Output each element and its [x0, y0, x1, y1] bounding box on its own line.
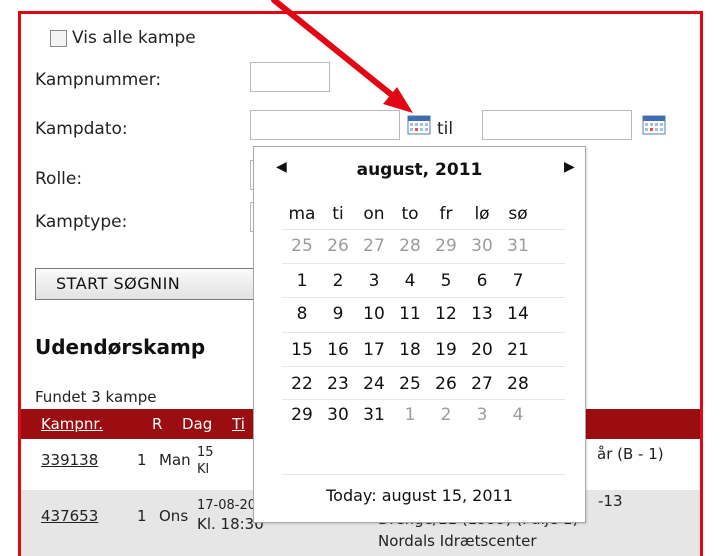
day-cell[interactable]: 1	[393, 405, 427, 425]
day-cell[interactable]: 27	[465, 374, 499, 394]
date-to-input[interactable]	[482, 110, 632, 140]
day-cell[interactable]: 10	[357, 304, 391, 324]
day-cell[interactable]: 31	[357, 405, 391, 425]
day-cell[interactable]: 4	[393, 271, 427, 291]
show-all-label: Vis alle kampe	[72, 28, 196, 48]
day-cell[interactable]: 25	[285, 236, 319, 256]
date-picker-popup: ◀ august, 2011 ▶ ma ti on to fr lø sø 25 26 27 28…	[253, 146, 586, 523]
start-search-button[interactable]: START SØGNIN	[35, 268, 257, 300]
month-title: august, 2011	[356, 160, 483, 180]
day-cell[interactable]: 5	[429, 271, 463, 291]
day-cell[interactable]: 21	[501, 340, 535, 360]
day-cell[interactable]: 31	[501, 236, 535, 256]
day-cell[interactable]: 7	[501, 271, 535, 291]
week-divider	[282, 399, 565, 400]
week-divider	[282, 229, 565, 230]
day-cell[interactable]: 19	[429, 340, 463, 360]
calendar-icon[interactable]	[407, 113, 431, 135]
role-label: Rolle:	[35, 169, 83, 189]
day-cell[interactable]: 30	[465, 236, 499, 256]
weekday-label: on	[363, 204, 385, 224]
weekday-label: fr	[439, 204, 453, 224]
day-cell[interactable]: 20	[465, 340, 499, 360]
day-cell[interactable]: 22	[285, 374, 319, 394]
day-cell[interactable]: 28	[501, 374, 535, 394]
match-number-link[interactable]: 437653	[41, 507, 98, 525]
day-cell[interactable]: 16	[321, 340, 355, 360]
day-cell[interactable]: 3	[357, 271, 391, 291]
day-cell[interactable]: 1	[285, 271, 319, 291]
column-header-match-number[interactable]: Kampnr.	[41, 415, 103, 433]
picker-divider	[282, 474, 565, 475]
results-count: Fundet 3 kampe	[35, 388, 157, 406]
next-month-button[interactable]: ▶	[564, 159, 575, 175]
day-cell[interactable]: 24	[357, 374, 391, 394]
day-cell[interactable]: 28	[393, 236, 427, 256]
day-cell[interactable]: 25	[393, 374, 427, 394]
weekday-label: sø	[508, 204, 528, 224]
calendar-icon[interactable]	[642, 113, 666, 135]
today-link[interactable]: Today: august 15, 2011	[254, 486, 585, 505]
day-cell[interactable]: 14	[501, 304, 535, 324]
match-number-label: Kampnummer:	[35, 70, 162, 90]
week-divider	[282, 263, 565, 264]
day-cell[interactable]: 11	[393, 304, 427, 324]
day-cell[interactable]: 2	[321, 271, 355, 291]
match-number-input[interactable]	[250, 62, 330, 92]
round-cell: 1	[137, 451, 147, 469]
day-cell[interactable]: 9	[321, 304, 355, 324]
match-date-label: Kampdato:	[35, 119, 128, 139]
weekday-label: to	[401, 204, 419, 224]
section-title: Udendørskamp	[35, 335, 206, 359]
match-type-label: Kamptype:	[35, 212, 128, 232]
day-cell[interactable]: 12	[429, 304, 463, 324]
day-cell: Man	[159, 451, 191, 469]
day-cell[interactable]: 4	[501, 405, 535, 425]
day-cell[interactable]: 29	[429, 236, 463, 256]
date-cell: 15	[197, 445, 214, 460]
time-cell: Kl	[197, 462, 210, 477]
match-number-link[interactable]: 339138	[41, 451, 98, 469]
category-cell: -13	[598, 492, 623, 510]
day-cell[interactable]: 3	[465, 405, 499, 425]
weekday-label: ti	[332, 204, 344, 224]
day-cell[interactable]: 18	[393, 340, 427, 360]
week-divider	[282, 332, 565, 333]
day-cell[interactable]: 26	[321, 236, 355, 256]
day-cell[interactable]: 29	[285, 405, 319, 425]
day-cell[interactable]: 8	[285, 304, 319, 324]
day-cell[interactable]: 26	[429, 374, 463, 394]
week-divider	[282, 366, 565, 367]
day-cell[interactable]: 6	[465, 271, 499, 291]
round-cell: 1	[137, 507, 147, 525]
date-from-input[interactable]	[250, 110, 400, 140]
show-all-checkbox[interactable]	[50, 30, 67, 47]
week-divider	[282, 297, 565, 298]
day-cell[interactable]: 17	[357, 340, 391, 360]
date-to-label: til	[437, 119, 454, 139]
day-cell[interactable]: 2	[429, 405, 463, 425]
weekday-label: lø	[474, 204, 490, 224]
day-cell[interactable]: 13	[465, 304, 499, 324]
day-cell[interactable]: 27	[357, 236, 391, 256]
day-cell[interactable]: 23	[321, 374, 355, 394]
day-cell[interactable]: 30	[321, 405, 355, 425]
description-cell: år (B - 1)	[597, 445, 664, 463]
day-cell: Ons	[159, 507, 189, 525]
column-header-time[interactable]: Ti	[232, 415, 245, 433]
column-header-round: R	[152, 415, 163, 433]
column-header-day: Dag	[182, 415, 213, 433]
venue-cell: Nordals Idrætscenter	[378, 532, 537, 550]
weekday-label: ma	[288, 204, 316, 224]
day-cell[interactable]: 15	[285, 340, 319, 360]
